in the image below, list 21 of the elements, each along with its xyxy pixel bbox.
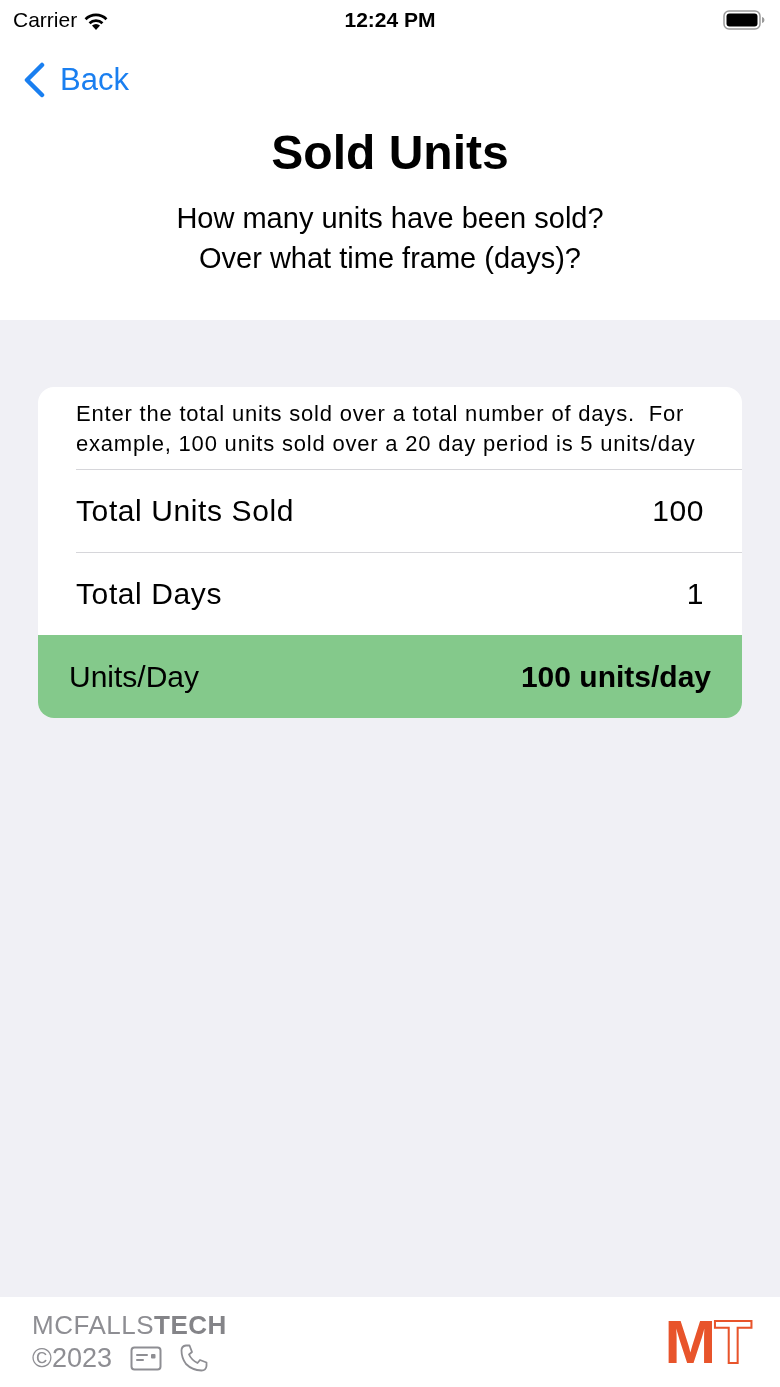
page-title: Sold Units bbox=[270, 125, 510, 181]
id-card-icon bbox=[129, 1345, 162, 1371]
phone-icon bbox=[179, 1344, 208, 1372]
carrier-label: Carrier bbox=[13, 8, 78, 32]
value-field[interactable]: 1 bbox=[242, 572, 704, 616]
field-label: Total Units Sold bbox=[76, 494, 295, 528]
phone-button[interactable] bbox=[179, 1344, 208, 1372]
value-field[interactable]: 100 bbox=[314, 489, 704, 533]
result-value: 100 units/day bbox=[520, 659, 711, 694]
status-time: 12:24 PM bbox=[344, 8, 436, 32]
back-button[interactable]: Back bbox=[22, 62, 133, 98]
brand-name: MCFALLSTECH bbox=[32, 1310, 227, 1340]
battery-icon bbox=[723, 10, 765, 30]
brand-logo: MT bbox=[664, 1317, 750, 1367]
instructions-text: Enter the total units sold over a total number of days. For example, 100 units sold over a 20 day period is 5 units/day bbox=[75, 400, 697, 458]
page-subtitle: How many units have been sold? Over what time frame (days)? bbox=[176, 201, 604, 276]
back-chevron-icon bbox=[22, 62, 46, 98]
contact-card-button[interactable] bbox=[129, 1345, 162, 1371]
field-label: Total Days bbox=[76, 577, 223, 611]
result-label: Units/Day bbox=[69, 659, 200, 694]
copyright-text: ©2023 bbox=[32, 1342, 112, 1374]
